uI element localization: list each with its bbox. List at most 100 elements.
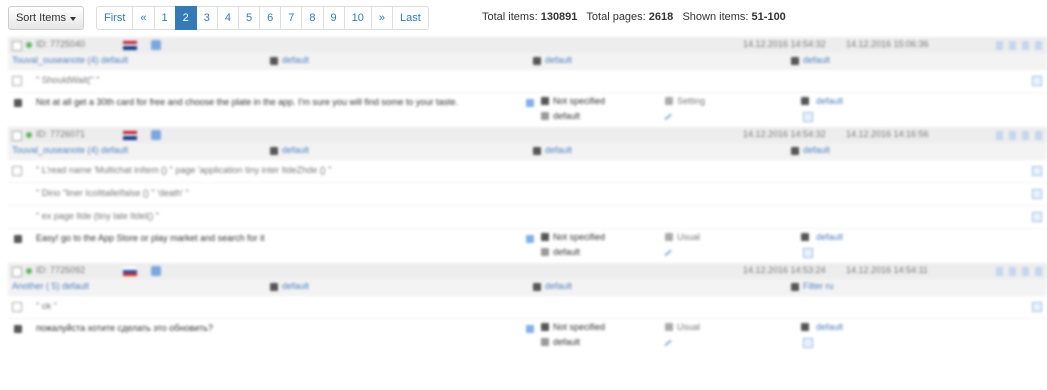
tag-icon[interactable] <box>151 266 161 276</box>
pencil-icon[interactable] <box>664 113 672 121</box>
status-icon <box>541 233 549 241</box>
item-col4[interactable]: Filter ru <box>803 281 834 291</box>
group-icon <box>270 147 278 155</box>
info-icon[interactable] <box>526 235 534 243</box>
item-col2[interactable]: default <box>282 55 309 65</box>
delete-icon[interactable] <box>1035 131 1042 140</box>
item-col3[interactable]: default <box>545 55 572 65</box>
source-line: " ex page Itde (tiny late Itdel() " <box>36 211 159 221</box>
total-pages-value: 2618 <box>648 11 674 23</box>
add-icon[interactable] <box>1032 166 1042 176</box>
page-9[interactable]: 9 <box>322 6 345 30</box>
owner-icon <box>541 248 549 256</box>
edit-icon[interactable] <box>1009 131 1016 140</box>
page-10[interactable]: 10 <box>343 6 372 30</box>
created-date: 14.12.2016 14:53:24 <box>743 265 826 275</box>
select-checkbox[interactable] <box>12 41 22 51</box>
right-label[interactable]: default <box>816 96 843 106</box>
sort-items-label: Sort Items <box>15 12 67 24</box>
item-subheader: Touval_ouseanote (4) default default def… <box>8 143 1047 159</box>
source-line: " ShouldWait(" " <box>36 75 100 85</box>
page-next[interactable]: » <box>370 6 394 30</box>
item-col2[interactable]: default <box>282 281 309 291</box>
flag-icon[interactable] <box>1022 41 1029 50</box>
status-icon <box>541 323 549 331</box>
page-3[interactable]: 3 <box>195 6 218 30</box>
square-icon[interactable] <box>803 112 813 122</box>
add-icon[interactable] <box>1032 212 1042 222</box>
page-8[interactable]: 8 <box>301 6 324 30</box>
square-icon[interactable] <box>803 248 813 258</box>
delete-icon[interactable] <box>1035 267 1042 276</box>
label-icon <box>791 57 799 65</box>
status-text: Not specified <box>553 96 606 106</box>
filter-icon <box>665 97 673 105</box>
right-label[interactable]: default <box>816 322 843 332</box>
sort-items-button[interactable]: Sort Items <box>8 6 84 30</box>
item-user[interactable]: Another ( 5) default <box>12 281 89 291</box>
total-pages-label: Total pages: <box>586 11 646 23</box>
info-icon[interactable] <box>526 325 534 333</box>
item-subheader: Touval_ouseanote (4) default default def… <box>8 53 1047 69</box>
item-id: ID: 7725092 <box>36 265 86 275</box>
item-col4[interactable]: default <box>803 55 830 65</box>
item-id: ID: 7725040 <box>36 39 86 49</box>
speech-icon <box>14 235 22 243</box>
total-items-value: 130891 <box>540 11 578 23</box>
source-line: " Dino "liner IcoIttalleIfalse () " 'dea… <box>36 188 189 198</box>
add-icon[interactable] <box>1032 189 1042 199</box>
select-checkbox[interactable] <box>12 131 22 141</box>
tag-icon[interactable] <box>151 130 161 140</box>
info-icon[interactable] <box>526 99 534 107</box>
page-6[interactable]: 6 <box>259 6 282 30</box>
pencil-icon[interactable] <box>664 339 672 347</box>
item-subheader: Another ( 5) default default default Fil… <box>8 279 1047 295</box>
item-header: ID: 7726071 14.12.2016 14:54:32 14.12.20… <box>8 127 1047 143</box>
add-icon[interactable] <box>1032 302 1042 312</box>
edit-icon[interactable] <box>1009 267 1016 276</box>
flag-icon[interactable] <box>1022 267 1029 276</box>
right-label[interactable]: default <box>816 232 843 242</box>
select-checkbox[interactable] <box>12 267 22 277</box>
page-1[interactable]: 1 <box>153 6 176 30</box>
flag-icon[interactable] <box>1022 131 1029 140</box>
label-icon <box>791 283 799 291</box>
status2-text: default <box>553 337 581 347</box>
delete-icon[interactable] <box>1035 41 1042 50</box>
edit-icon[interactable] <box>1009 41 1016 50</box>
page-4[interactable]: 4 <box>216 6 240 30</box>
filter-icon <box>665 233 673 241</box>
page-2-current[interactable]: 2 <box>174 6 197 30</box>
filter-icon <box>665 323 673 331</box>
status-text: Not specified <box>553 322 606 332</box>
item-source-line: " Dino "liner IcoIttalleIfalse () " 'dea… <box>8 182 1047 205</box>
copy-icon[interactable] <box>996 267 1003 276</box>
folder-icon <box>533 57 541 65</box>
page-last[interactable]: Last <box>392 6 429 30</box>
item-user[interactable]: Touval_ouseanote (4) default <box>12 55 128 65</box>
item-translation-row: Not at all get a 30th card for free and … <box>8 92 1047 127</box>
item-user[interactable]: Touval_ouseanote (4) default <box>12 145 128 155</box>
status-text: Not specified <box>553 232 606 242</box>
square-icon[interactable] <box>803 338 813 348</box>
page-prev[interactable]: « <box>132 6 155 30</box>
page-7[interactable]: 7 <box>280 6 303 30</box>
label-icon <box>801 233 809 241</box>
item-col3[interactable]: default <box>545 281 572 291</box>
updated-date: 14.12.2016 14:16:56 <box>846 129 929 139</box>
item-col2[interactable]: default <box>282 145 309 155</box>
tag-icon[interactable] <box>151 40 161 50</box>
pencil-icon[interactable] <box>664 249 672 257</box>
add-icon[interactable] <box>1032 76 1042 86</box>
translation-text: Not at all get a 30th card for free and … <box>36 97 458 107</box>
page-5[interactable]: 5 <box>238 6 261 30</box>
copy-icon[interactable] <box>996 131 1003 140</box>
item-col4[interactable]: default <box>803 145 830 155</box>
folder-icon <box>533 283 541 291</box>
category-text: Usual <box>677 232 701 242</box>
item-col3[interactable]: default <box>545 145 572 155</box>
copy-icon[interactable] <box>996 41 1003 50</box>
shown-items-label: Shown items: <box>682 11 749 23</box>
label-icon <box>801 323 809 331</box>
page-first[interactable]: First <box>96 6 134 30</box>
